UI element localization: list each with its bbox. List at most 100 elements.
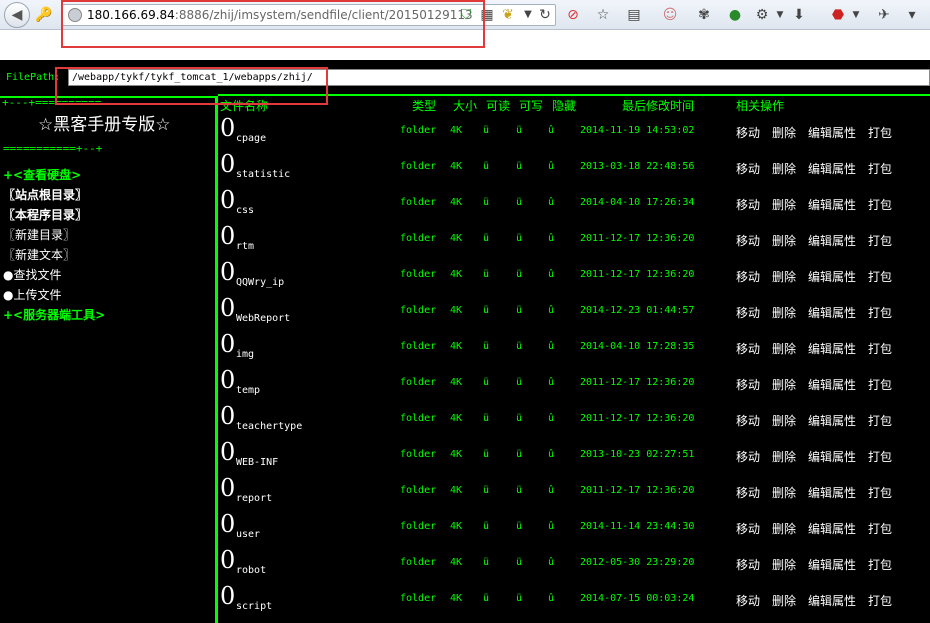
edit-attributes-link[interactable]: 编辑属性 — [808, 448, 856, 465]
folder-icon[interactable]: 0 — [220, 510, 235, 538]
file-name-link[interactable]: temp — [236, 385, 260, 396]
pack-link[interactable]: 打包 — [868, 160, 892, 177]
delete-link[interactable]: 删除 — [772, 268, 796, 285]
edit-attributes-link[interactable]: 编辑属性 — [808, 232, 856, 249]
edit-attributes-link[interactable]: 编辑属性 — [808, 412, 856, 429]
move-link[interactable]: 移动 — [736, 376, 760, 393]
move-link[interactable]: 移动 — [736, 556, 760, 573]
download-icon[interactable]: ⬇ — [789, 5, 809, 25]
folder-icon[interactable]: 0 — [220, 546, 235, 574]
key-icon[interactable]: 🔑 — [34, 5, 54, 25]
settings-icon[interactable]: ⚙ — [752, 5, 772, 25]
back-button[interactable]: ◀ — [4, 2, 30, 28]
squirrel-icon[interactable]: ❦ — [498, 5, 518, 25]
adblock-dropdown-icon[interactable]: ▼ — [846, 5, 866, 25]
reload-icon[interactable]: ↻ — [535, 5, 555, 25]
file-name-link[interactable]: WebReport — [236, 313, 290, 324]
edit-attributes-link[interactable]: 编辑属性 — [808, 196, 856, 213]
edit-attributes-link[interactable]: 编辑属性 — [808, 520, 856, 537]
delete-link[interactable]: 删除 — [772, 160, 796, 177]
file-name-link[interactable]: robot — [236, 565, 266, 576]
edit-attributes-link[interactable]: 编辑属性 — [808, 268, 856, 285]
bookmarks-menu-icon[interactable]: ▤ — [624, 5, 644, 25]
block-icon[interactable]: ⊘ — [563, 5, 583, 25]
shield-icon[interactable]: ⛉ — [456, 5, 476, 25]
face-icon[interactable]: ☺ — [660, 5, 680, 25]
sidebar-item-find-file[interactable]: ●查找文件 — [3, 266, 61, 283]
move-link[interactable]: 移动 — [736, 592, 760, 609]
move-link[interactable]: 移动 — [736, 484, 760, 501]
pack-link[interactable]: 打包 — [868, 376, 892, 393]
folder-icon[interactable]: 0 — [220, 186, 235, 214]
extension-icon[interactable]: ✈ — [874, 5, 894, 25]
edit-attributes-link[interactable]: 编辑属性 — [808, 304, 856, 321]
palette-icon[interactable]: ✾ — [694, 5, 714, 25]
sidebar-item-server-tools[interactable]: +<服务器端工具> — [3, 306, 105, 323]
folder-icon[interactable]: 0 — [220, 402, 235, 430]
folder-icon[interactable]: 0 — [220, 474, 235, 502]
folder-icon[interactable]: 0 — [220, 222, 235, 250]
sidebar-item-view-disk[interactable]: +<查看硬盘> — [3, 166, 81, 183]
move-link[interactable]: 移动 — [736, 232, 760, 249]
move-link[interactable]: 移动 — [736, 412, 760, 429]
pack-link[interactable]: 打包 — [868, 592, 892, 609]
delete-link[interactable]: 删除 — [772, 304, 796, 321]
folder-icon[interactable]: 0 — [220, 150, 235, 178]
move-link[interactable]: 移动 — [736, 196, 760, 213]
pack-link[interactable]: 打包 — [868, 268, 892, 285]
file-name-link[interactable]: img — [236, 349, 254, 360]
folder-icon[interactable]: 0 — [220, 582, 235, 610]
delete-link[interactable]: 删除 — [772, 520, 796, 537]
folder-icon[interactable]: 0 — [220, 294, 235, 322]
pack-link[interactable]: 打包 — [868, 484, 892, 501]
move-link[interactable]: 移动 — [736, 268, 760, 285]
edit-attributes-link[interactable]: 编辑属性 — [808, 340, 856, 357]
sidebar-item-new-dir[interactable]: 〖新建目录〗 — [3, 226, 75, 243]
delete-link[interactable]: 删除 — [772, 196, 796, 213]
qr-code-icon[interactable]: ▦ — [477, 5, 497, 25]
delete-link[interactable]: 删除 — [772, 124, 796, 141]
file-name-link[interactable]: script — [236, 601, 272, 612]
pack-link[interactable]: 打包 — [868, 124, 892, 141]
file-name-link[interactable]: WEB-INF — [236, 457, 278, 468]
delete-link[interactable]: 删除 — [772, 232, 796, 249]
pack-link[interactable]: 打包 — [868, 448, 892, 465]
file-name-link[interactable]: rtm — [236, 241, 254, 252]
delete-link[interactable]: 删除 — [772, 340, 796, 357]
move-link[interactable]: 移动 — [736, 160, 760, 177]
bookmark-star-icon[interactable]: ☆ — [593, 5, 613, 25]
file-name-link[interactable]: QQWry_ip — [236, 277, 284, 288]
delete-link[interactable]: 删除 — [772, 556, 796, 573]
pack-link[interactable]: 打包 — [868, 340, 892, 357]
file-name-link[interactable]: statistic — [236, 169, 290, 180]
pack-link[interactable]: 打包 — [868, 196, 892, 213]
menu-icon[interactable]: ▾ — [902, 5, 922, 25]
file-name-link[interactable]: cpage — [236, 133, 266, 144]
pack-link[interactable]: 打包 — [868, 520, 892, 537]
folder-icon[interactable]: 0 — [220, 330, 235, 358]
edit-attributes-link[interactable]: 编辑属性 — [808, 592, 856, 609]
delete-link[interactable]: 删除 — [772, 448, 796, 465]
delete-link[interactable]: 删除 — [772, 412, 796, 429]
folder-icon[interactable]: 0 — [220, 114, 235, 142]
move-link[interactable]: 移动 — [736, 448, 760, 465]
pack-link[interactable]: 打包 — [868, 304, 892, 321]
sidebar-item-program-dir[interactable]: 〖本程序目录〗 — [3, 206, 87, 223]
file-name-link[interactable]: report — [236, 493, 272, 504]
edit-attributes-link[interactable]: 编辑属性 — [808, 160, 856, 177]
move-link[interactable]: 移动 — [736, 520, 760, 537]
pack-link[interactable]: 打包 — [868, 556, 892, 573]
edit-attributes-link[interactable]: 编辑属性 — [808, 376, 856, 393]
sidebar-item-upload-file[interactable]: ●上传文件 — [3, 286, 61, 303]
settings-dropdown-icon[interactable]: ▼ — [770, 5, 790, 25]
delete-link[interactable]: 删除 — [772, 592, 796, 609]
delete-link[interactable]: 删除 — [772, 484, 796, 501]
move-link[interactable]: 移动 — [736, 340, 760, 357]
edit-attributes-link[interactable]: 编辑属性 — [808, 484, 856, 501]
edit-attributes-link[interactable]: 编辑属性 — [808, 556, 856, 573]
file-name-link[interactable]: teachertype — [236, 421, 302, 432]
edit-attributes-link[interactable]: 编辑属性 — [808, 124, 856, 141]
folder-icon[interactable]: 0 — [220, 258, 235, 286]
pack-link[interactable]: 打包 — [868, 412, 892, 429]
pack-link[interactable]: 打包 — [868, 232, 892, 249]
